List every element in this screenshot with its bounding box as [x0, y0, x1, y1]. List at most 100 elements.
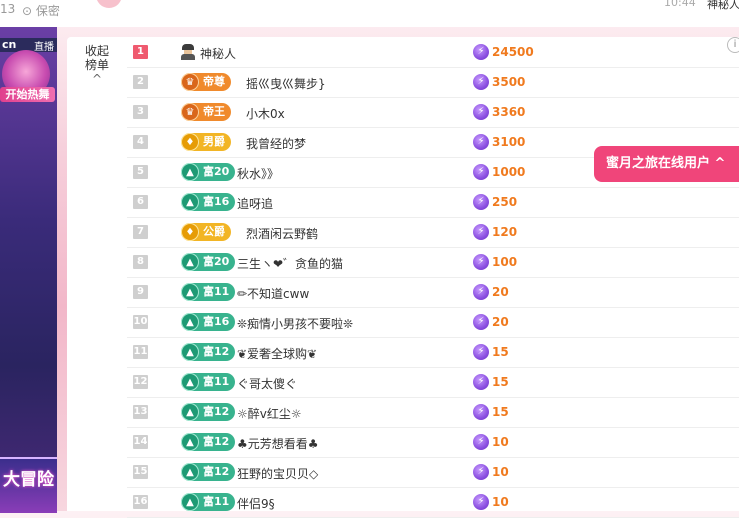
- ranking-row[interactable]: 3 ♛ 帝王 小木0x ⚡ 3360: [127, 98, 739, 128]
- rank-number: 11: [133, 345, 148, 359]
- contribution-amount: 3360: [492, 105, 526, 119]
- ranking-row[interactable]: 9 ▲ 富11 ✏不知道cww ⚡ 20: [127, 278, 739, 308]
- noble-level-badge: ♦ 男爵: [181, 133, 231, 151]
- coin-icon: ⚡: [473, 404, 489, 420]
- user-name[interactable]: 追呀追: [237, 195, 273, 212]
- rank-number: 13: [133, 405, 148, 419]
- rank-number: 14: [133, 435, 148, 449]
- contribution-amount: 1000: [492, 165, 526, 179]
- rank-number: 2: [133, 75, 148, 89]
- ranking-row[interactable]: 12 ▲ 富11 ぐ哥太傻ぐ ⚡ 15: [127, 368, 739, 398]
- collapse-label-line2: 榜单: [84, 58, 109, 72]
- online-users-label: 蜜月之旅在线用户: [606, 156, 711, 171]
- contribution-amount: 15: [492, 345, 509, 359]
- rich-level-badge: ▲ 富12: [181, 343, 236, 361]
- user-name[interactable]: 烈酒闲云野鹤: [246, 225, 318, 242]
- adventure-banner[interactable]: 大冒险: [0, 457, 57, 513]
- coin-icon: ⚡: [473, 344, 489, 360]
- ranking-row[interactable]: 6 ▲ 富16 追呀追 ⚡ 250: [127, 188, 739, 218]
- user-name[interactable]: 神秘人: [200, 45, 236, 62]
- rich-badge-icon: ▲: [181, 283, 199, 301]
- ranking-row[interactable]: 7 ♦ 公爵 烈酒闲云野鹤 ⚡ 120: [127, 218, 739, 248]
- badge-label: 富11: [203, 495, 230, 508]
- viewer-count: 13: [0, 2, 16, 16]
- ranking-row[interactable]: 13 ▲ 富12 ☼醉v红尘☼ ⚡ 15: [127, 398, 739, 428]
- ranking-row[interactable]: 1 神秘人 ⚡ 24500: [127, 38, 739, 68]
- user-name[interactable]: ❊痴情小男孩不要啦❊: [237, 315, 353, 332]
- rich-badge-icon: ▲: [181, 373, 199, 391]
- heart-icon[interactable]: [96, 0, 122, 8]
- noble-level-badge: ♦ 公爵: [181, 223, 231, 241]
- rank-number: 12: [133, 375, 148, 389]
- location-label: ⊙ 保密: [22, 4, 60, 18]
- user-name[interactable]: ♣元芳想看看♣: [237, 435, 319, 452]
- rich-badge-icon: ▲: [181, 313, 199, 331]
- user-name[interactable]: ❦爱奢全球购❦: [237, 345, 317, 362]
- rank-number: 5: [133, 165, 148, 179]
- start-dance-button[interactable]: 开始热舞: [0, 87, 55, 102]
- user-name[interactable]: 三生ヽ❤゛贪鱼的猫: [237, 255, 343, 272]
- rich-level-badge: ▲ 富20: [181, 163, 236, 181]
- user-name[interactable]: 我曾经的梦: [246, 135, 306, 152]
- rich-badge-icon: ▲: [181, 343, 199, 361]
- rich-level-badge: ▲ 富11: [181, 493, 236, 511]
- contribution-amount: 3100: [492, 135, 526, 149]
- top-bar: 13 ⊙ 保密 10:44 神秘人: [0, 0, 739, 27]
- coin-icon: ⚡: [473, 134, 489, 150]
- user-name[interactable]: 伴侣9§: [237, 495, 275, 512]
- rich-badge-icon: ▲: [181, 403, 199, 421]
- user-name[interactable]: ✏不知道cww: [237, 285, 309, 302]
- coin-icon: ⚡: [473, 194, 489, 210]
- ranking-list: 1 神秘人 ⚡ 24500 2 ♛ 帝尊 摇巛曳巛舞步} ⚡ 3500 3 ♛ 帝王 小木0x ⚡ 3360 4…: [127, 38, 739, 518]
- badge-label: 富11: [203, 375, 230, 388]
- rich-level-badge: ▲ 富16: [181, 313, 236, 331]
- adventure-label: 大冒险: [3, 470, 54, 490]
- chevron-up-icon: ^: [91, 72, 103, 86]
- rich-level-badge: ▲ 富20: [181, 253, 236, 271]
- mystery-user-icon: [181, 44, 195, 60]
- badge-label: 富12: [203, 345, 230, 358]
- ranking-row[interactable]: 11 ▲ 富12 ❦爱奢全球购❦ ⚡ 15: [127, 338, 739, 368]
- contribution-amount: 10: [492, 465, 509, 479]
- rank-number: 10: [133, 315, 148, 329]
- rank-number: 7: [133, 225, 148, 239]
- user-name[interactable]: 狂野的宝贝贝◇: [237, 465, 318, 482]
- user-name[interactable]: ぐ哥太傻ぐ: [237, 375, 297, 392]
- rank-number: 1: [133, 45, 148, 59]
- message-time: 10:44: [664, 0, 696, 9]
- badge-label: 男爵: [203, 135, 225, 148]
- coin-icon: ⚡: [473, 284, 489, 300]
- recommend-right-label[interactable]: 直播: [34, 38, 54, 53]
- coin-icon: ⚡: [473, 74, 489, 90]
- contribution-amount: 15: [492, 405, 509, 419]
- user-name[interactable]: ☼醉v红尘☼: [237, 405, 302, 422]
- emperor-level-badge: ♛ 帝尊: [181, 73, 231, 91]
- collapse-ranking-button[interactable]: 收起 榜单 ^: [67, 44, 127, 86]
- ranking-row[interactable]: 14 ▲ 富12 ♣元芳想看看♣ ⚡ 10: [127, 428, 739, 458]
- emperor-level-badge: ♛ 帝王: [181, 103, 231, 121]
- rank-number: 16: [133, 495, 148, 509]
- badge-label: 富20: [203, 255, 230, 268]
- badge-label: 富12: [203, 405, 230, 418]
- ranking-row[interactable]: 10 ▲ 富16 ❊痴情小男孩不要啦❊ ⚡ 20: [127, 308, 739, 338]
- badge-label: 富20: [203, 165, 230, 178]
- user-name[interactable]: 小木0x: [246, 105, 285, 122]
- rank-number: 8: [133, 255, 148, 269]
- contribution-amount: 10: [492, 495, 509, 509]
- coin-icon: ⚡: [473, 464, 489, 480]
- online-users-button[interactable]: 蜜月之旅在线用户 ^: [594, 146, 739, 182]
- left-promo-column: cn 直播 开始热舞 大冒险: [0, 27, 57, 513]
- coin-icon: ⚡: [473, 224, 489, 240]
- message-username[interactable]: 神秘人: [707, 0, 739, 12]
- emperor-badge-icon: ♛: [181, 73, 199, 91]
- coin-icon: ⚡: [473, 314, 489, 330]
- location-pin-icon: ⊙: [22, 4, 33, 18]
- rank-number: 3: [133, 105, 148, 119]
- user-name[interactable]: 摇巛曳巛舞步}: [246, 75, 326, 92]
- ranking-row[interactable]: 16 ▲ 富11 伴侣9§ ⚡ 10: [127, 488, 739, 518]
- ranking-row[interactable]: 8 ▲ 富20 三生ヽ❤゛贪鱼的猫 ⚡ 100: [127, 248, 739, 278]
- coin-icon: ⚡: [473, 44, 489, 60]
- ranking-row[interactable]: 2 ♛ 帝尊 摇巛曳巛舞步} ⚡ 3500: [127, 68, 739, 98]
- user-name[interactable]: 秋水》》: [237, 165, 279, 182]
- ranking-row[interactable]: 15 ▲ 富12 狂野的宝贝贝◇ ⚡ 10: [127, 458, 739, 488]
